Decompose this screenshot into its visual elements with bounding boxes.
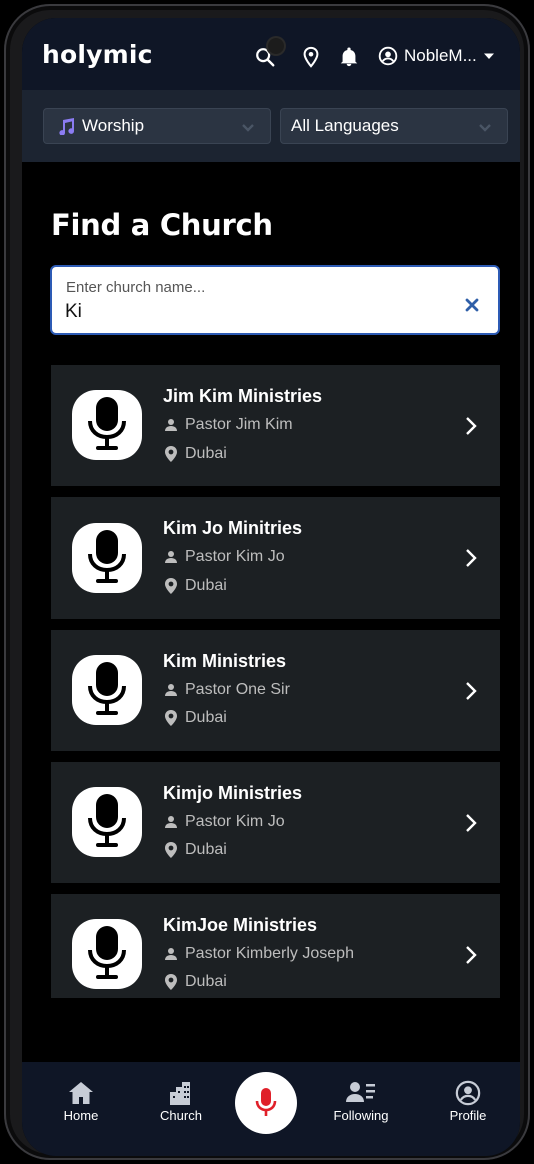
person-icon [165, 816, 177, 828]
church-name: Kimjo Ministries [163, 783, 303, 803]
profile-circle-icon [455, 1080, 481, 1106]
church-name: Kim Ministries [163, 651, 287, 671]
language-select[interactable]: All Languages [280, 108, 508, 144]
microphone-icon [88, 926, 126, 979]
location-pin-icon [165, 446, 177, 462]
front-camera [268, 38, 284, 54]
chevron-right-icon [466, 417, 477, 435]
music-note-icon [59, 118, 74, 135]
phone-frame: holymic NobleM... Worship All Languages … [4, 4, 530, 1160]
nav-label: Church [160, 1108, 202, 1123]
location-pin-icon[interactable] [300, 46, 322, 68]
location-name: Dubai [185, 973, 227, 990]
user-name: NobleM... [404, 46, 477, 65]
app-screen: holymic NobleM... Worship All Languages … [22, 18, 520, 1156]
church-building-icon [170, 1082, 190, 1105]
microphone-icon [255, 1088, 277, 1116]
app-logo[interactable]: holymic [42, 40, 153, 69]
location-name: Dubai [185, 709, 227, 726]
church-avatar [72, 390, 142, 460]
category-select-value: Worship [82, 116, 145, 135]
location-name: Dubai [185, 445, 227, 462]
church-card[interactable]: KimJoe Ministries Pastor Kimberly Joseph… [51, 894, 500, 998]
location-pin-icon [165, 842, 177, 858]
church-pastor: Pastor Kimberly Joseph [164, 945, 354, 963]
church-location: Dubai [164, 577, 227, 595]
user-menu[interactable]: NobleM... [378, 46, 495, 66]
language-select-value: All Languages [291, 116, 399, 135]
account-circle-icon [378, 46, 398, 66]
nav-home[interactable]: Home [41, 1080, 121, 1123]
church-location: Dubai [164, 841, 227, 859]
chevron-down-icon [242, 124, 254, 132]
chevron-down-icon [479, 124, 491, 132]
clear-search-icon[interactable] [464, 297, 480, 313]
church-name: KimJoe Ministries [163, 915, 318, 935]
location-name: Dubai [185, 841, 227, 858]
nav-label: Home [63, 1108, 99, 1123]
filter-bar: Worship All Languages [22, 90, 520, 162]
bell-icon[interactable] [338, 46, 360, 68]
nav-following[interactable]: Following [321, 1080, 401, 1123]
church-avatar [72, 523, 142, 593]
church-avatar [72, 655, 142, 725]
caret-down-icon [483, 53, 494, 59]
church-location: Dubai [164, 445, 227, 463]
pastor-name: Pastor One Sir [185, 681, 290, 698]
church-pastor: Pastor Kim Jo [164, 548, 285, 566]
church-card[interactable]: Kimjo Ministries Pastor Kim Jo Dubai [51, 762, 500, 883]
microphone-icon [88, 662, 126, 715]
church-name: Kim Jo Minitries [163, 518, 303, 538]
category-select[interactable]: Worship [43, 108, 271, 144]
church-card[interactable]: Kim Jo Minitries Pastor Kim Jo Dubai [51, 497, 500, 619]
following-list-icon [346, 1082, 375, 1102]
pastor-name: Pastor Kim Jo [185, 548, 285, 565]
church-card[interactable]: Jim Kim Ministries Pastor Jim Kim Dubai [51, 365, 500, 486]
microphone-icon [88, 530, 126, 583]
church-name: Jim Kim Ministries [163, 386, 323, 406]
record-mic-button[interactable] [235, 1072, 297, 1134]
church-pastor: Pastor Kim Jo [164, 813, 285, 831]
nav-church[interactable]: Church [141, 1080, 221, 1123]
microphone-icon [88, 397, 126, 450]
person-icon [165, 419, 177, 431]
microphone-icon [88, 794, 126, 847]
church-search-field[interactable]: Enter church name... [50, 265, 500, 335]
bottom-navigation: Home Church Following Profile [22, 1062, 520, 1156]
chevron-right-icon [466, 946, 477, 964]
nav-label: Profile [449, 1108, 487, 1123]
pastor-name: Pastor Kimberly Joseph [185, 945, 354, 962]
nav-label: Following [333, 1108, 389, 1123]
church-avatar [72, 919, 142, 989]
chevron-right-icon [466, 549, 477, 567]
church-pastor: Pastor One Sir [164, 681, 290, 699]
chevron-right-icon [466, 682, 477, 700]
person-icon [165, 551, 177, 563]
church-avatar [72, 787, 142, 857]
church-card[interactable]: Kim Ministries Pastor One Sir Dubai [51, 630, 500, 751]
location-name: Dubai [185, 577, 227, 594]
church-location: Dubai [164, 709, 227, 727]
top-app-bar: holymic NobleM... [22, 18, 520, 90]
chevron-right-icon [466, 814, 477, 832]
location-pin-icon [165, 710, 177, 726]
search-field-label: Enter church name... [66, 279, 206, 296]
page-title: Find a Church [51, 208, 273, 242]
person-icon [165, 948, 177, 960]
location-pin-icon [165, 578, 177, 594]
pastor-name: Pastor Kim Jo [185, 813, 285, 830]
home-icon [69, 1082, 93, 1104]
person-icon [165, 684, 177, 696]
church-location: Dubai [164, 973, 227, 991]
church-pastor: Pastor Jim Kim [164, 416, 293, 434]
search-input[interactable] [65, 301, 445, 323]
location-pin-icon [165, 974, 177, 990]
nav-profile[interactable]: Profile [428, 1080, 508, 1123]
pastor-name: Pastor Jim Kim [185, 416, 293, 433]
